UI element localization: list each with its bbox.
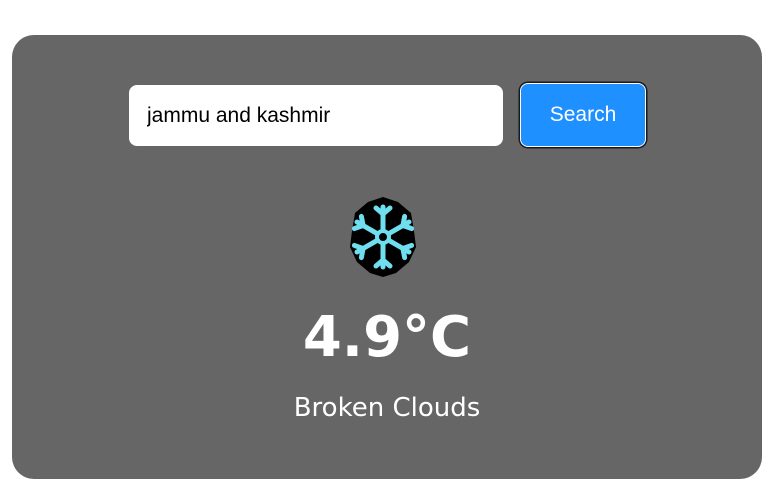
search-button[interactable]: Search: [520, 83, 646, 147]
city-search-input[interactable]: [129, 85, 503, 146]
weather-description: Broken Clouds: [293, 393, 481, 423]
search-bar: Search: [129, 83, 649, 147]
weather-card: Search 4.9°C Broken Clouds: [12, 35, 762, 479]
temperature-value: 4.9°C: [302, 305, 472, 370]
snowflake-icon: [350, 197, 416, 277]
